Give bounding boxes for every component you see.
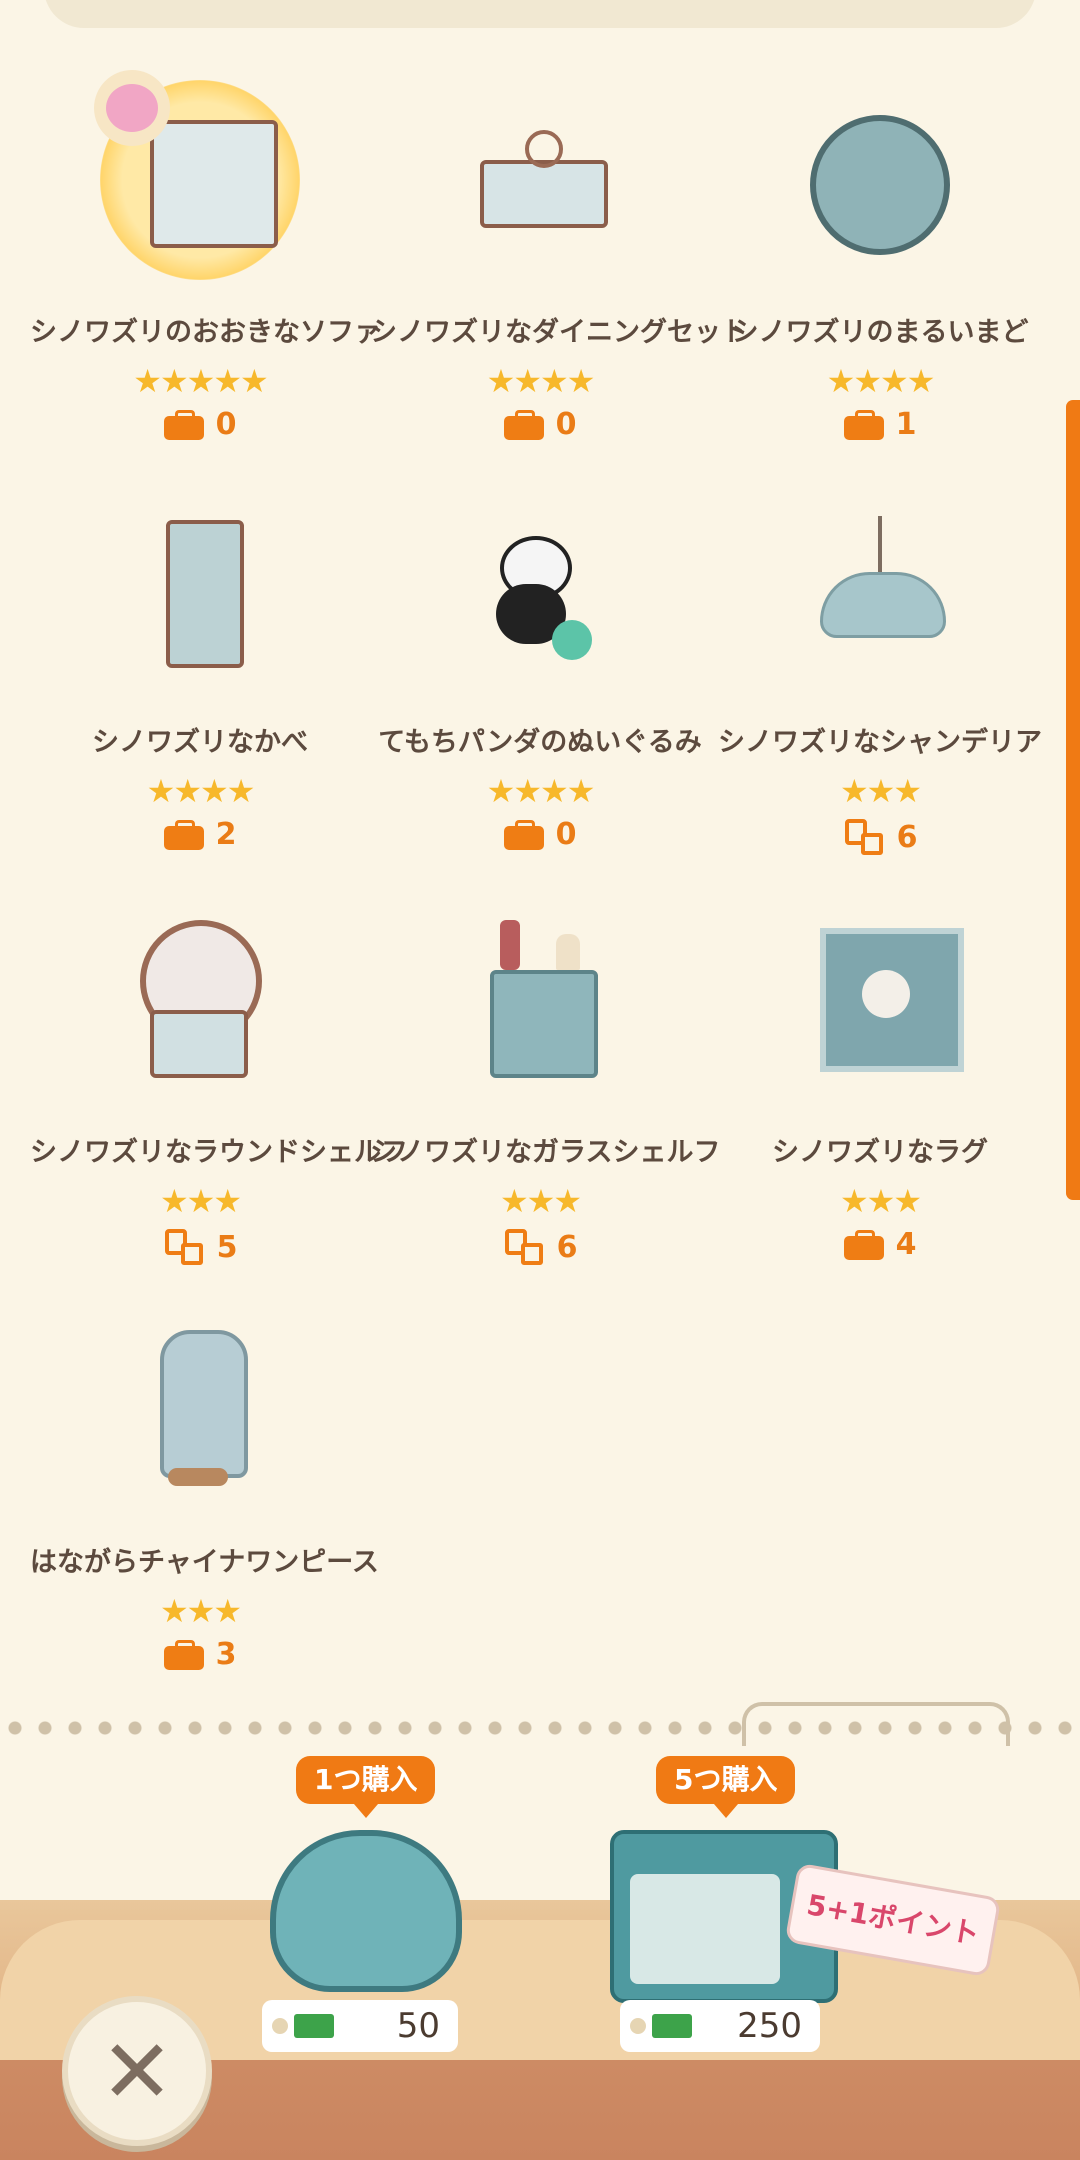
item-name: はながらチャイナワンピース [30,1547,379,1578]
furniture-icon [163,1227,205,1267]
item-card-round-window[interactable]: シノワズリのまるいまど ★★★★ 1 [710,70,1050,442]
round-shelf-image [90,890,310,1110]
china-dress-image [90,1300,310,1520]
buy-five-price-button[interactable]: 250 [620,2000,820,2052]
furniture-icon [503,1227,545,1267]
chandelier-image [770,480,990,700]
item-name: シノワズリなかべ [92,727,308,758]
section-header-strip [44,0,1036,28]
wall-panel-image [90,480,310,700]
rating-stars: ★★★ [839,772,922,810]
item-card-round-shelf[interactable]: シノワズリなラウンドシェルフ ★★★ 5 [30,890,408,1267]
rating-stars: ★★★★ [486,772,596,810]
fortune-cookie-icon[interactable] [270,1830,462,1992]
bag-icon [843,1229,884,1260]
owned-count: 2 [215,817,237,852]
item-name: シノワズリなラウンドシェルフ [30,1137,408,1168]
owned-count: 4 [895,1227,917,1262]
bag-icon [503,819,544,850]
close-button[interactable]: ✕ [62,1996,212,2146]
rating-stars: ★★★★★ [133,362,268,400]
price-one: 50 [396,2006,440,2046]
panda-plush-image [430,480,650,700]
item-card-dining-set[interactable]: シノワズリなダイニングセット ★★★★ 0 [370,70,748,442]
bag-icon [163,819,204,850]
owned-count: 5 [216,1229,238,1265]
rating-stars: ★★★ [159,1182,242,1220]
scrollbar[interactable] [1066,400,1080,1200]
bag-icon [503,409,544,440]
coin-icon [630,2018,646,2034]
furniture-icon [843,817,885,857]
price-five: 250 [737,2006,802,2046]
owned-count: 6 [556,1229,578,1265]
owned-count: 3 [215,1637,237,1672]
item-card-chandelier[interactable]: シノワズリなシャンデリア ★★★ 6 [710,480,1050,857]
owned-count: 6 [896,819,918,855]
coin-icon [272,2018,288,2034]
owned-count: 0 [215,407,237,442]
rug-image [770,890,990,1110]
rating-stars: ★★★★ [486,362,596,400]
item-card-wall[interactable]: シノワズリなかべ ★★★★ 2 [30,480,370,852]
canopy-sofa-image [90,70,310,290]
bag-icon [163,409,204,440]
owned-count: 0 [555,817,577,852]
round-window-image [770,70,990,290]
buy-five-label: 5つ購入 [656,1756,796,1818]
close-icon: ✕ [100,2019,174,2123]
buy-one-price-button[interactable]: 50 [262,2000,458,2052]
bag-icon [163,1639,204,1670]
rating-stars: ★★★ [839,1182,922,1220]
dining-set-image [430,70,650,290]
item-card-glass-shelf[interactable]: シノワズリなガラスシェルフ ★★★ 6 [370,890,721,1267]
rating-stars: ★★★ [159,1592,242,1630]
item-card-sofa[interactable]: シノワズリのおおきなソファ ★★★★★ 0 [30,70,381,442]
divider-arc [742,1702,1010,1746]
rating-stars: ★★★★ [146,772,256,810]
item-card-panda[interactable]: てもちパンダのぬいぐるみ ★★★★ 0 [370,480,710,852]
item-card-rug[interactable]: シノワズリなラグ ★★★ 4 [710,890,1050,1262]
item-name: シノワズリのまるいまど [731,317,1029,348]
item-name: シノワズリのおおきなソファ [30,317,381,348]
item-card-china-dress[interactable]: はながらチャイナワンピース ★★★ 3 [30,1300,379,1672]
owned-count: 0 [555,407,577,442]
item-name: てもちパンダのぬいぐるみ [378,727,702,758]
buy-one-label: 1つ購入 [296,1756,436,1818]
item-name: シノワズリなガラスシェルフ [370,1137,721,1168]
rating-stars: ★★★ [499,1182,582,1220]
owned-count: 1 [895,407,917,442]
item-name: シノワズリなラグ [772,1137,988,1168]
money-icon [294,2014,334,2038]
bag-icon [843,409,884,440]
item-name: シノワズリなダイニングセット [370,317,748,348]
item-name: シノワズリなシャンデリア [718,727,1042,758]
glass-shelf-image [430,890,650,1110]
money-icon [652,2014,692,2038]
rating-stars: ★★★★ [826,362,936,400]
